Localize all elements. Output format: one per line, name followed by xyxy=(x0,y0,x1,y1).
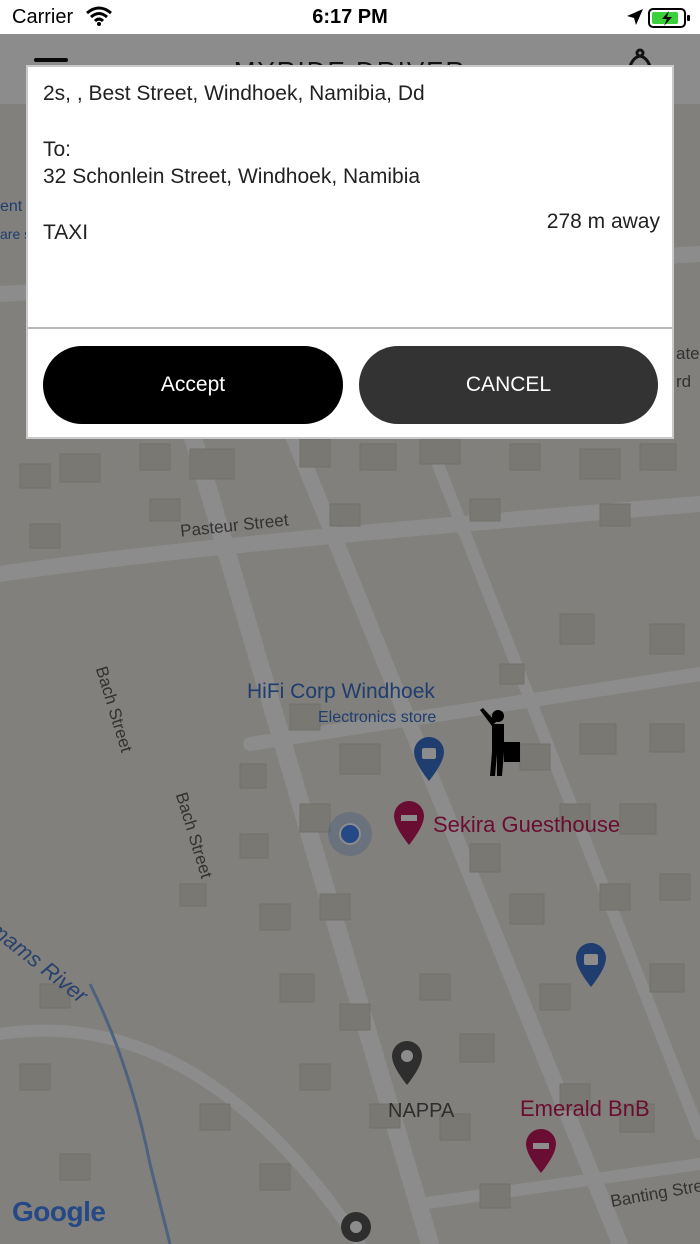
divider xyxy=(28,327,672,329)
destination-address: 32 Schonlein Street, Windhoek, Namibia xyxy=(43,165,421,188)
accept-button[interactable]: Accept xyxy=(43,346,343,424)
distance-label: 278 m away xyxy=(546,210,660,233)
cancel-button[interactable]: CANCEL xyxy=(359,346,658,424)
pickup-address: 2s, , Best Street, Windhoek, Namibia, Dd xyxy=(43,82,425,105)
ride-request-dialog: 2s, , Best Street, Windhoek, Namibia, Dd… xyxy=(26,65,674,439)
location-arrow-icon xyxy=(626,8,644,31)
to-label: To: xyxy=(43,138,72,161)
clock: 6:17 PM xyxy=(312,6,388,28)
ride-type: TAXI xyxy=(43,221,89,244)
battery-icon xyxy=(648,7,692,34)
status-bar: Carrier 6:17 PM xyxy=(0,0,700,34)
